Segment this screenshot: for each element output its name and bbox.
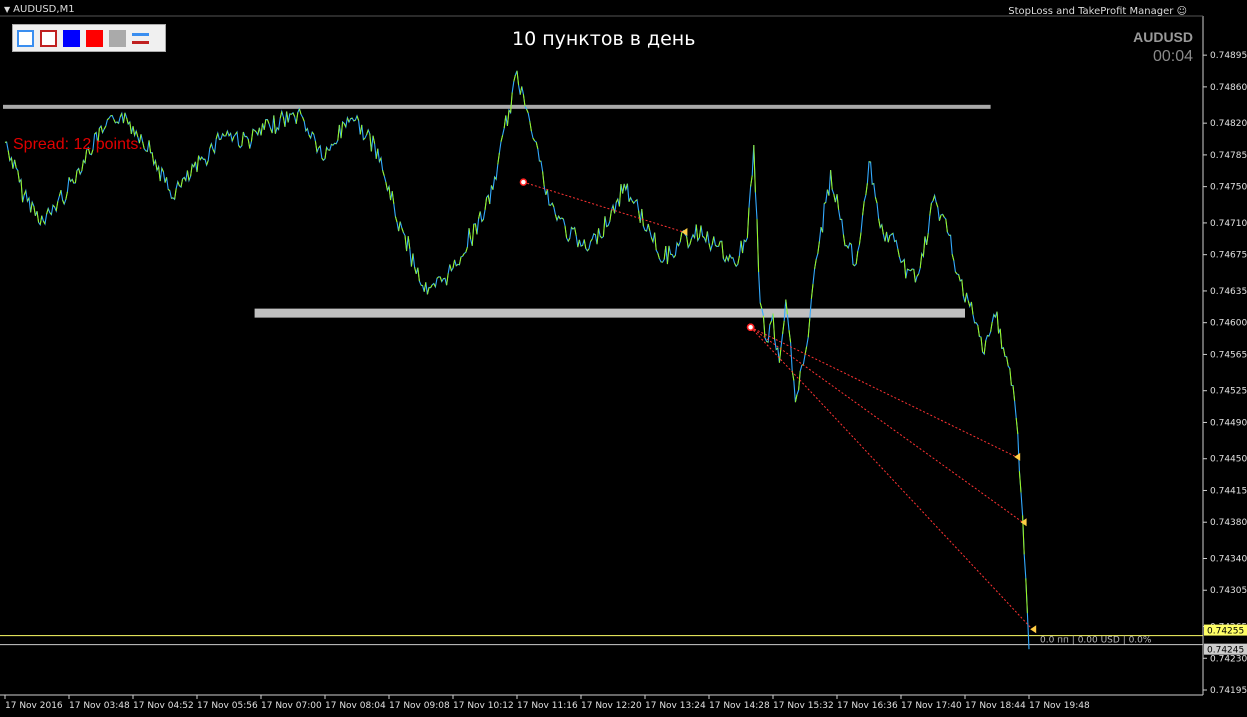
- y-tick-label: 0.74230: [1210, 654, 1247, 664]
- y-tick-label: 0.74750: [1210, 183, 1247, 193]
- x-tick-label: 17 Nov 05:56: [197, 701, 258, 711]
- x-tick-label: 17 Nov 2016: [5, 701, 63, 711]
- y-tick-label: 0.74415: [1210, 486, 1247, 496]
- blue-filled-square-button[interactable]: [63, 29, 80, 47]
- x-axis: 17 Nov 2016 17 Nov 03:48 17 Nov 04:52 17 No…: [4, 695, 1090, 711]
- trade-exit-arrow: [681, 227, 688, 236]
- symbol-label: AUDUSD: [1133, 29, 1193, 45]
- red-outline-square-button[interactable]: [40, 29, 57, 47]
- x-tick-label: 17 Nov 18:44: [965, 701, 1026, 711]
- price-line: [4, 70, 1030, 650]
- y-tick-label: 0.74895: [1210, 51, 1247, 61]
- x-tick-label: 17 Nov 12:20: [581, 701, 642, 711]
- trade-line-3: [750, 326, 1033, 630]
- lines-icon-button[interactable]: [132, 30, 149, 47]
- chart-symbol-title: AUDUSD,M1: [13, 4, 75, 15]
- x-tick-label: 17 Nov 04:52: [133, 701, 194, 711]
- trade-line-0: [523, 181, 684, 233]
- chart-window-title[interactable]: ▼ AUDUSD,M1: [4, 4, 75, 15]
- level-zones: [0, 104, 1203, 646]
- price-line-highlight: [4, 70, 1028, 614]
- y-tick-label: 0.74490: [1210, 418, 1247, 428]
- window-menu-arrow-icon[interactable]: ▼: [4, 5, 10, 14]
- y-tick-label: 0.74565: [1210, 350, 1247, 360]
- trade-entry-marker: [519, 178, 528, 186]
- bar-timer: 00:04: [1152, 48, 1193, 65]
- gray-filled-square-button[interactable]: [109, 29, 126, 47]
- spread-label: Spread: 12 points.: [13, 136, 143, 153]
- x-tick-label: 17 Nov 07:00: [261, 701, 322, 711]
- y-tick-label: 0.74600: [1210, 319, 1247, 329]
- plugin-label: StopLoss and TakeProfit Manager ☺: [1008, 6, 1187, 17]
- x-tick-label: 17 Nov 10:12: [453, 701, 514, 711]
- x-tick-label: 17 Nov 08:04: [325, 701, 386, 711]
- price-series: [4, 70, 1030, 650]
- plugin-label-text: StopLoss and TakeProfit Manager: [1008, 6, 1174, 17]
- y-tick-label: 0.74785: [1210, 151, 1247, 161]
- y-tick-label: 0.74820: [1210, 119, 1247, 129]
- trade-line-1: [750, 326, 1017, 458]
- x-tick-label: 17 Nov 15:32: [773, 701, 834, 711]
- position-info-label: 0.0 пп | 0.00 USD | 0.0%: [1040, 636, 1152, 646]
- y-tick-label: 0.74305: [1210, 586, 1247, 596]
- x-tick-label: 17 Nov 11:16: [517, 701, 578, 711]
- x-tick-label: 17 Nov 03:48: [69, 701, 130, 711]
- support-zone: [254, 308, 966, 318]
- drawing-toolbar: [12, 24, 166, 52]
- y-tick-label: 0.74380: [1210, 518, 1247, 528]
- resistance-zone: [3, 104, 991, 109]
- x-tick-label: 17 Nov 17:40: [901, 701, 962, 711]
- x-tick-label: 17 Nov 16:36: [837, 701, 898, 711]
- trade-exit-arrow: [1020, 518, 1027, 527]
- x-tick-label: 17 Nov 19:48: [1029, 701, 1090, 711]
- bid-price-tag-label: 0.74255: [1207, 627, 1244, 637]
- y-tick-label: 0.74860: [1210, 83, 1247, 93]
- x-tick-label: 17 Nov 14:28: [709, 701, 770, 711]
- chart-frame: [0, 15, 1204, 696]
- blue-outline-square-button[interactable]: [17, 29, 34, 47]
- y-tick-label: 0.74635: [1210, 287, 1247, 297]
- y-tick-label: 0.74710: [1210, 219, 1247, 229]
- price-tags: 0.74255 0.74245 0.0 пп | 0.00 USD | 0.0%: [1040, 624, 1247, 656]
- ask-price-tag-label: 0.74245: [1207, 646, 1244, 656]
- trade-entry-marker: [746, 323, 755, 331]
- trade-lines: [519, 178, 1037, 634]
- y-axis: 0.74895 0.74860 0.74820 0.74785 0.74750 0.747…: [1203, 51, 1247, 696]
- x-tick-label: 17 Nov 13:24: [645, 701, 706, 711]
- y-tick-label: 0.74675: [1210, 251, 1247, 261]
- y-tick-label: 0.74195: [1210, 686, 1247, 696]
- trade-exit-arrow: [1014, 452, 1021, 461]
- y-tick-label: 0.74340: [1210, 554, 1247, 564]
- x-tick-label: 17 Nov 09:08: [389, 701, 450, 711]
- y-tick-label: 0.74525: [1210, 387, 1247, 397]
- price-chart[interactable]: 0.74895 0.74860 0.74820 0.74785 0.74750 0.747…: [0, 0, 1247, 717]
- y-tick-label: 0.74450: [1210, 455, 1247, 465]
- trade-exit-arrow: [1030, 625, 1037, 634]
- chart-headline: 10 пунктов в день: [512, 28, 696, 50]
- red-filled-square-button[interactable]: [86, 29, 103, 47]
- smiley-icon: ☺: [1176, 6, 1187, 17]
